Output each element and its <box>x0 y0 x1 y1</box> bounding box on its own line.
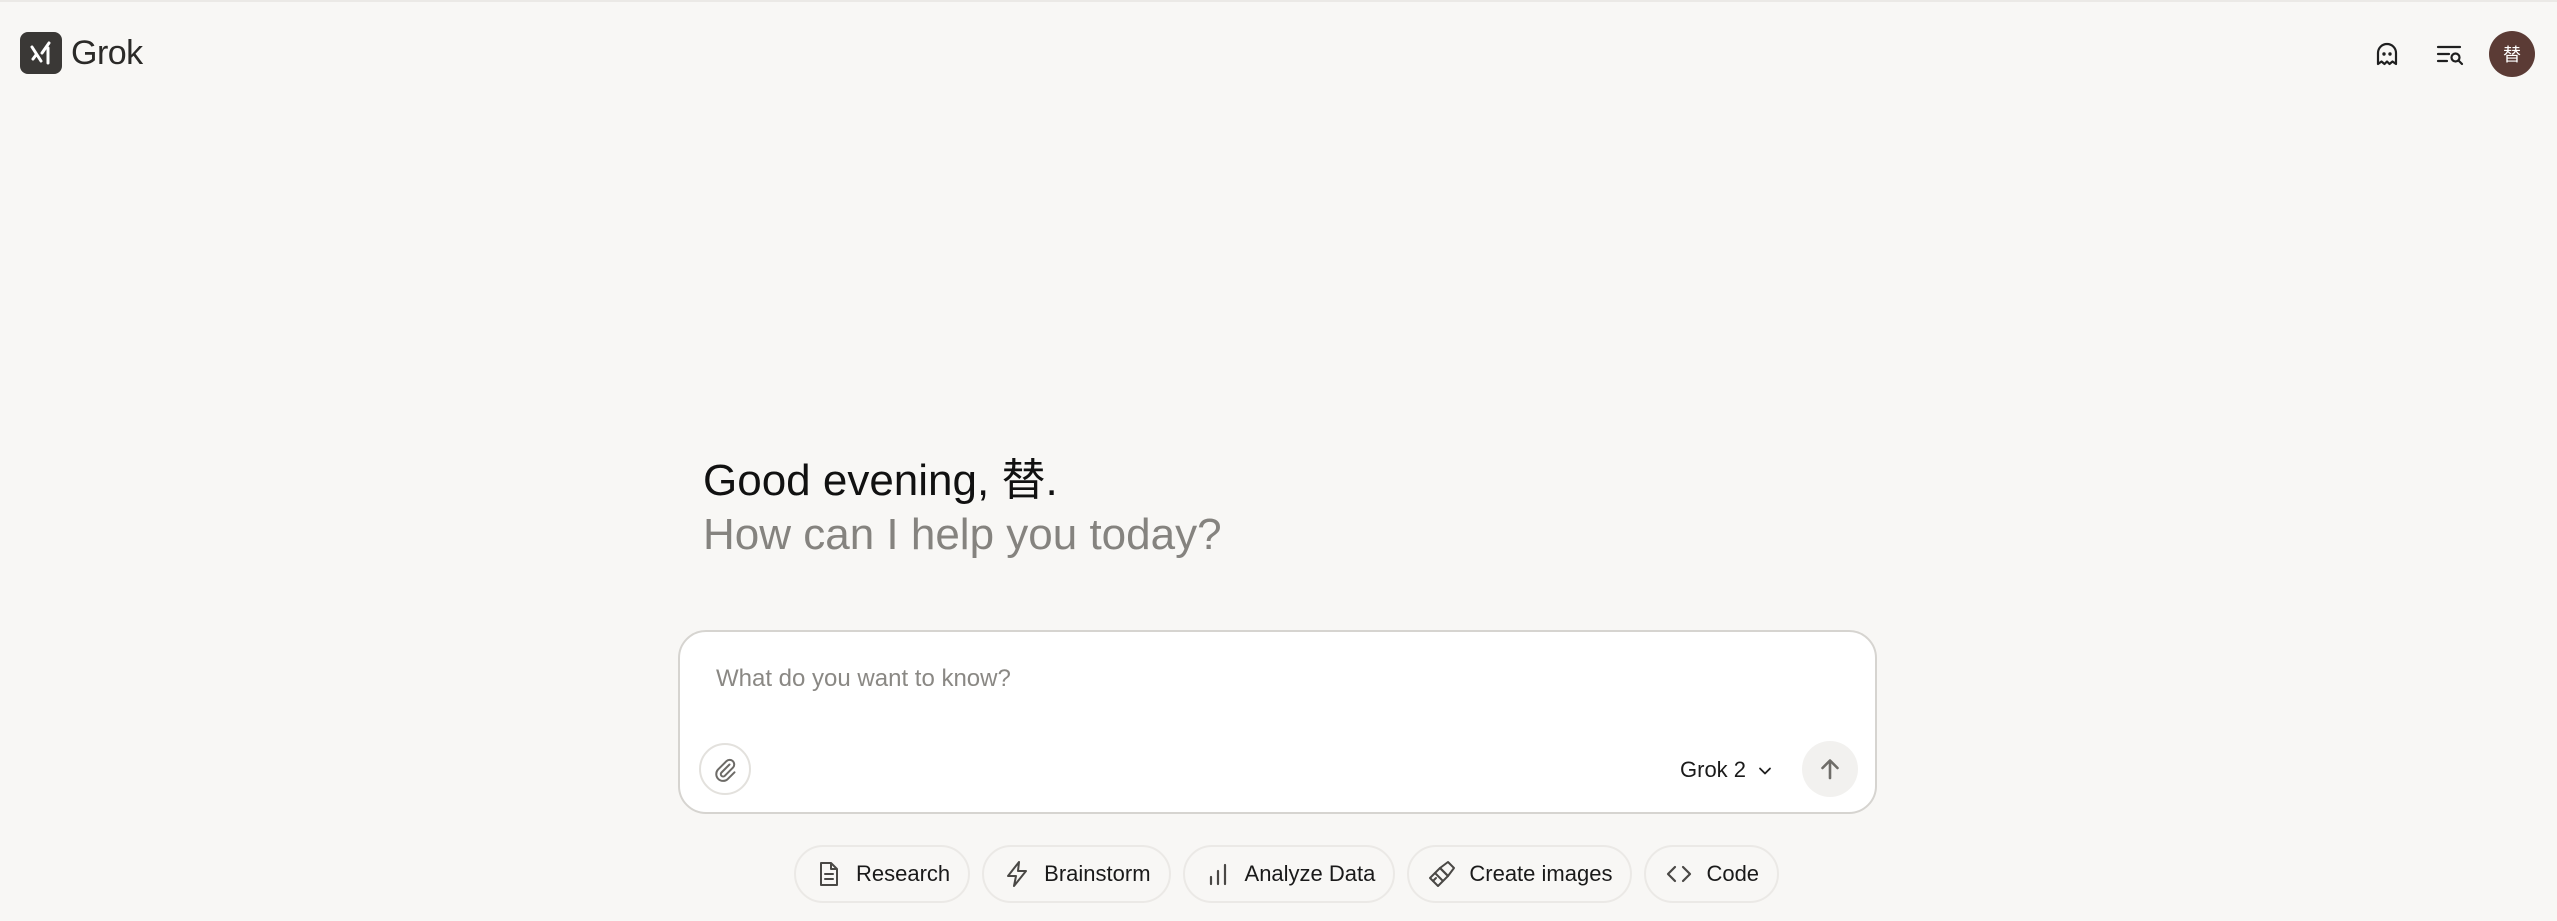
chip-research[interactable]: Research <box>794 845 971 903</box>
ghost-icon <box>2376 42 2398 66</box>
send-button[interactable] <box>1802 741 1858 797</box>
chip-label: Code <box>1706 861 1760 886</box>
greeting: Good evening, 替. How can I help you toda… <box>703 454 1222 562</box>
document-icon <box>814 859 844 889</box>
chip-code[interactable]: Code <box>1644 845 1780 903</box>
attach-button[interactable] <box>699 743 751 795</box>
history-button[interactable] <box>2426 30 2474 78</box>
private-chat-button[interactable] <box>2363 30 2411 78</box>
bar-chart-icon <box>1203 859 1233 889</box>
prompt-composer: Grok 2 <box>678 630 1877 814</box>
arrow-up-icon <box>1821 759 1839 780</box>
chip-label: Brainstorm <box>1044 861 1151 886</box>
chip-brainstorm[interactable]: Brainstorm <box>982 845 1171 903</box>
greeting-subtitle: How can I help you today? <box>703 510 1222 559</box>
suggestion-chips: Research Brainstorm Analyze Data Create … <box>794 845 1791 903</box>
chip-label: Research <box>856 861 951 886</box>
user-avatar[interactable]: 替 <box>2489 31 2535 77</box>
code-brackets-icon <box>1664 859 1694 889</box>
model-selector[interactable]: Grok 2 <box>1680 750 1774 790</box>
grok-logo[interactable]: Grok <box>20 32 143 74</box>
chip-label: Analyze Data <box>1244 861 1376 886</box>
app-name: Grok <box>71 33 143 72</box>
grok-logo-icon <box>20 32 62 74</box>
model-label: Grok 2 <box>1680 757 1747 782</box>
chevron-down-icon <box>1759 767 1771 775</box>
paperclip-icon <box>715 758 736 782</box>
paintbrush-icon <box>1427 859 1457 889</box>
greeting-title: Good evening, 替. <box>703 456 1058 505</box>
lightning-icon <box>1002 859 1032 889</box>
grok-home-page: Grok 替 Good evening, 替. How can I help y… <box>0 0 2557 921</box>
chip-label: Create images <box>1469 861 1613 886</box>
prompt-input[interactable] <box>714 658 1818 700</box>
chip-analyze-data[interactable]: Analyze Data <box>1182 845 1396 903</box>
history-search-icon <box>2436 45 2464 66</box>
header-actions: 替 <box>2363 30 2535 78</box>
chip-create-images[interactable]: Create images <box>1407 845 1633 903</box>
